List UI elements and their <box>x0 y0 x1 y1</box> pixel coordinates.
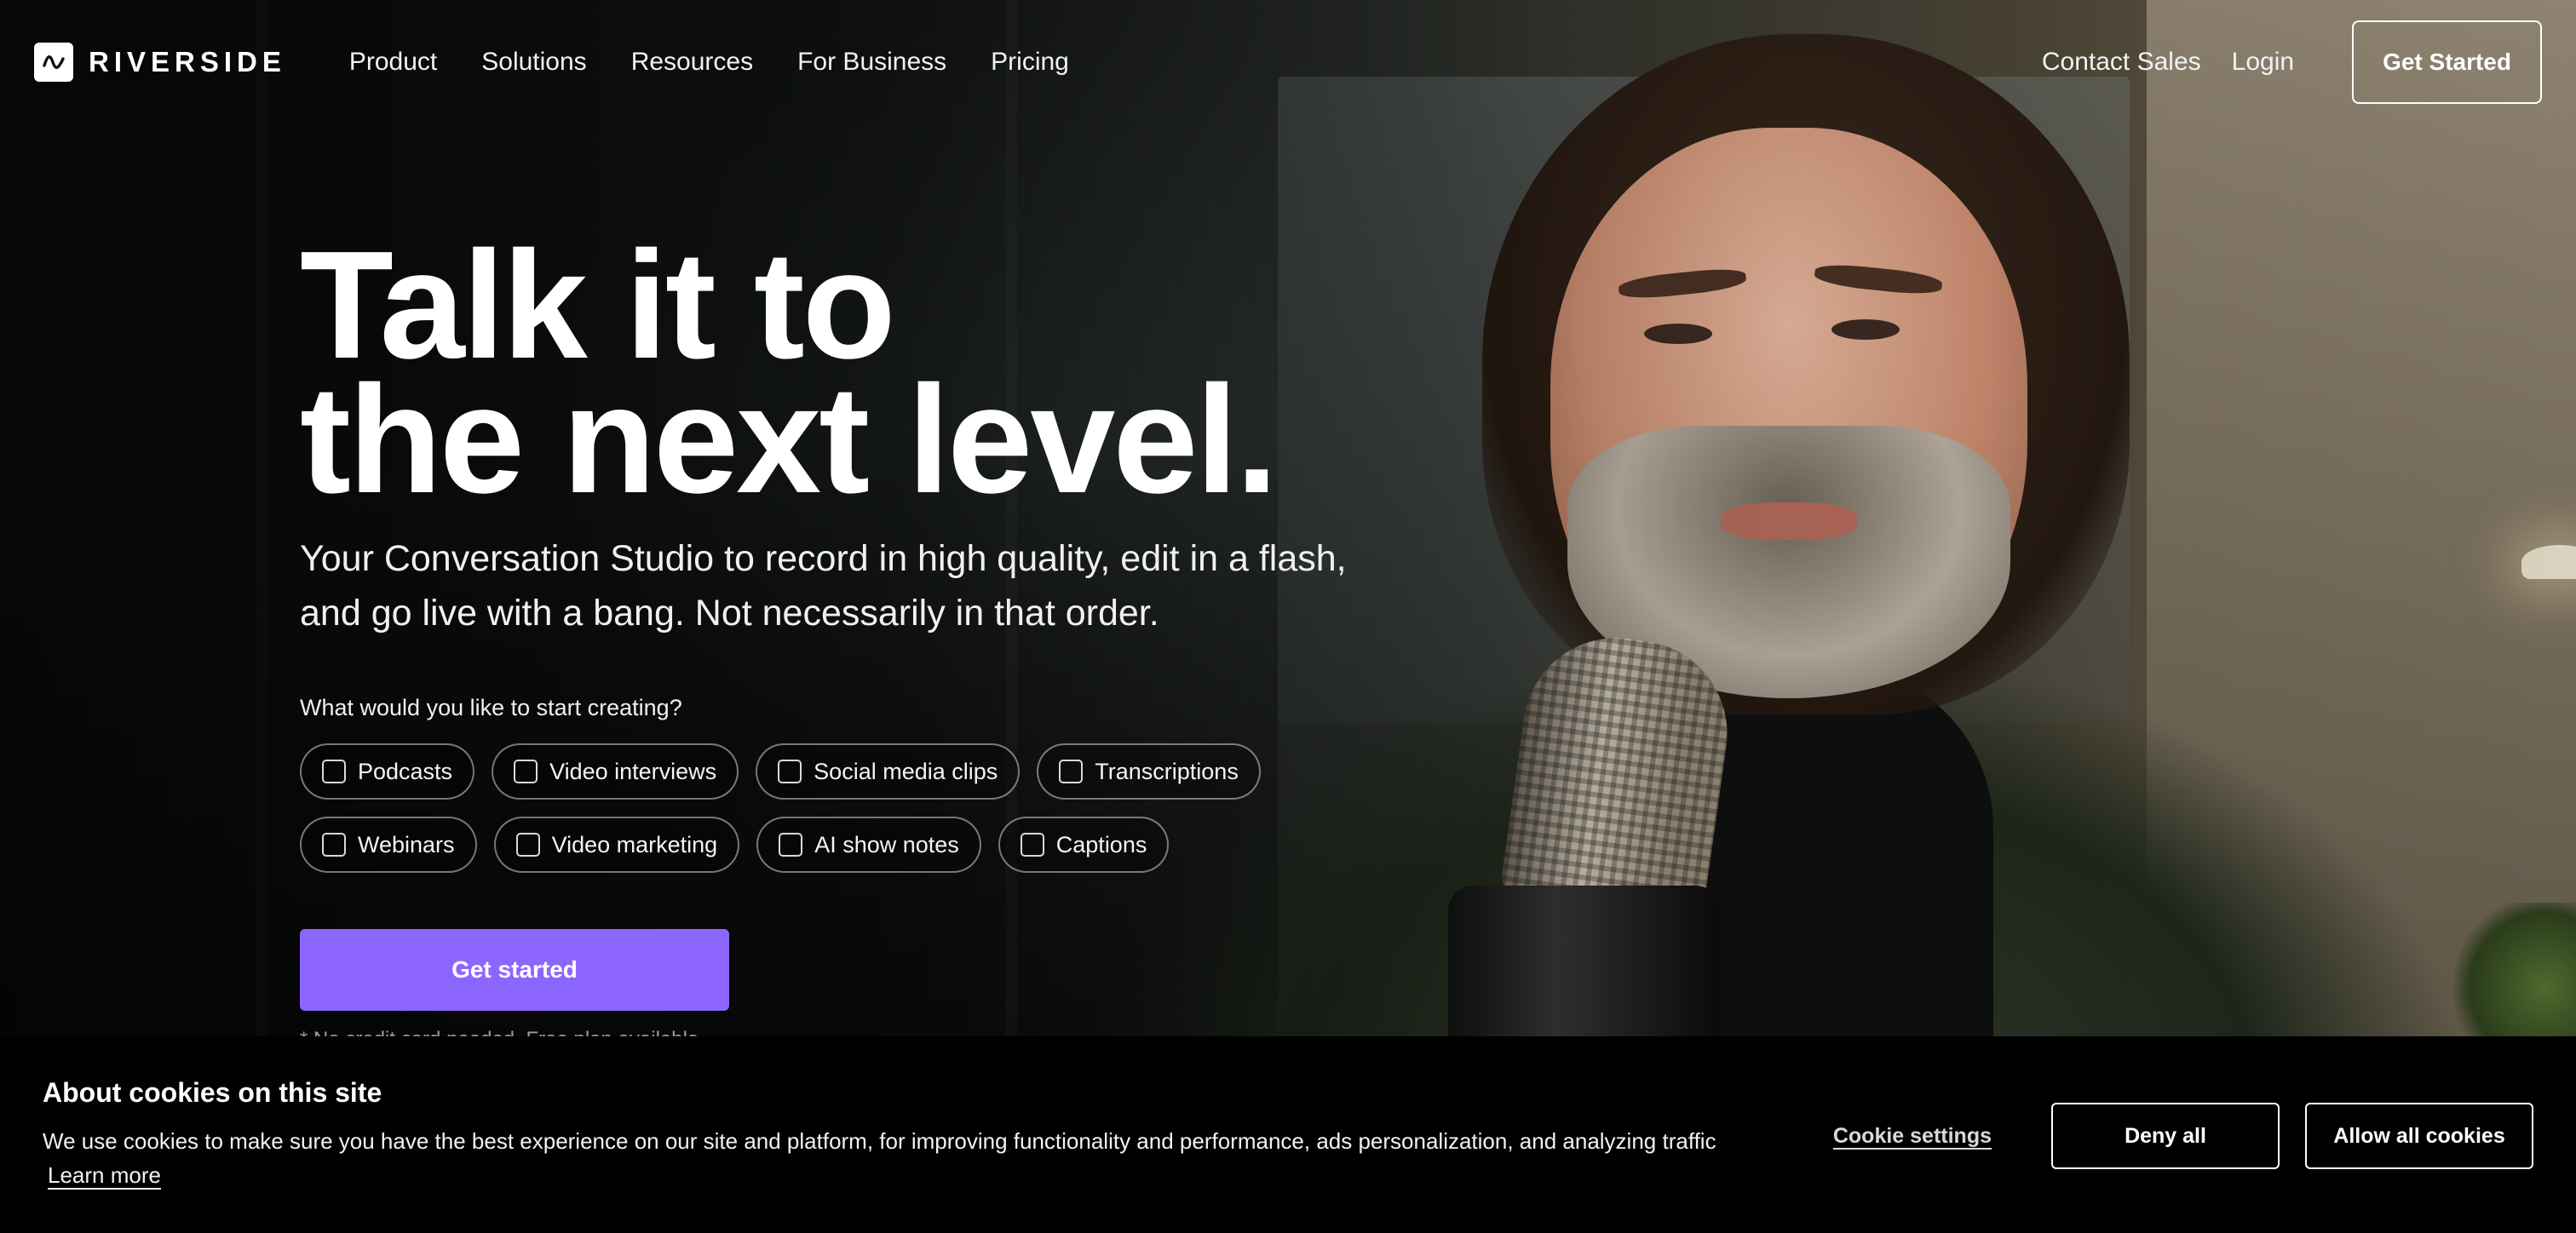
checkbox-icon[interactable] <box>1059 760 1084 783</box>
checkbox-icon[interactable] <box>779 833 803 857</box>
nav-link-pricing[interactable]: Pricing <box>991 48 1069 77</box>
nav-actions: Contact Sales Login Get Started <box>2042 20 2542 104</box>
checkbox-icon[interactable] <box>515 833 540 857</box>
option-social-media-clips[interactable]: Social media clips <box>756 743 1021 800</box>
nav-links: Product Solutions Resources For Business… <box>349 48 1069 77</box>
option-label: Video marketing <box>551 831 718 857</box>
hero-subtitle: Your Conversation Studio to record in hi… <box>300 538 1347 634</box>
option-label: Captions <box>1055 831 1147 857</box>
option-label: Webinars <box>358 831 455 857</box>
checkbox-icon[interactable] <box>322 833 346 857</box>
option-label: Video interviews <box>549 758 717 784</box>
get-started-nav-button[interactable]: Get Started <box>2352 20 2542 104</box>
get-started-button[interactable]: Get started <box>300 929 729 1011</box>
nav-link-resources[interactable]: Resources <box>631 48 753 77</box>
checkbox-icon[interactable] <box>514 760 538 783</box>
nav-link-for-business[interactable]: For Business <box>797 48 946 77</box>
option-label: Transcriptions <box>1095 758 1239 784</box>
login-link[interactable]: Login <box>2232 48 2294 77</box>
cookie-settings-link[interactable]: Cookie settings <box>1833 1124 1992 1149</box>
allow-all-cookies-button[interactable]: Allow all cookies <box>2305 1103 2533 1169</box>
waveform-icon <box>34 43 73 82</box>
option-ai-show-notes[interactable]: AI show notes <box>756 817 981 873</box>
checkbox-icon[interactable] <box>778 760 802 783</box>
nav-link-product[interactable]: Product <box>349 48 437 77</box>
option-webinars[interactable]: Webinars <box>300 817 477 873</box>
cookie-banner: About cookies on this site We use cookie… <box>0 1036 2576 1233</box>
checkbox-icon[interactable] <box>1020 833 1044 857</box>
checkbox-icon[interactable] <box>322 760 346 783</box>
option-video-marketing[interactable]: Video marketing <box>493 817 740 873</box>
creation-question: What would you like to start creating? <box>300 695 682 720</box>
hero-title-line2: the next level. <box>300 354 1278 525</box>
cookie-banner-body: We use cookies to make sure you have the… <box>43 1128 1716 1154</box>
option-video-interviews[interactable]: Video interviews <box>492 743 739 800</box>
contact-sales-link[interactable]: Contact Sales <box>2042 48 2201 77</box>
option-transcriptions[interactable]: Transcriptions <box>1037 743 1261 800</box>
hero-title-line1: Talk it to <box>300 220 896 391</box>
option-label: Social media clips <box>814 758 998 784</box>
learn-more-link[interactable]: Learn more <box>48 1162 161 1188</box>
logo-wordmark: RIVERSIDE <box>89 46 286 77</box>
option-captions[interactable]: Captions <box>998 817 1170 873</box>
cookie-actions: Cookie settings Deny all Allow all cooki… <box>1833 1103 2533 1169</box>
hero-title: Talk it to the next level. <box>300 220 1492 525</box>
logo[interactable]: RIVERSIDE <box>34 43 286 82</box>
nav-link-solutions[interactable]: Solutions <box>481 48 586 77</box>
options-row: Webinars Video marketing AI show notes C… <box>300 817 1492 873</box>
page: RIVERSIDE Product Solutions Resources Fo… <box>0 0 2576 1233</box>
deny-all-button[interactable]: Deny all <box>2051 1103 2280 1169</box>
option-label: Podcasts <box>358 758 453 784</box>
options-row: Podcasts Video interviews Social media c… <box>300 743 1492 800</box>
top-nav: RIVERSIDE Product Solutions Resources Fo… <box>0 0 2576 124</box>
option-podcasts[interactable]: Podcasts <box>300 743 475 800</box>
option-label: AI show notes <box>814 831 959 857</box>
cookie-banner-text: We use cookies to make sure you have the… <box>43 1124 1729 1192</box>
hero-content: Talk it to the next level. Your Conversa… <box>300 220 1492 1052</box>
